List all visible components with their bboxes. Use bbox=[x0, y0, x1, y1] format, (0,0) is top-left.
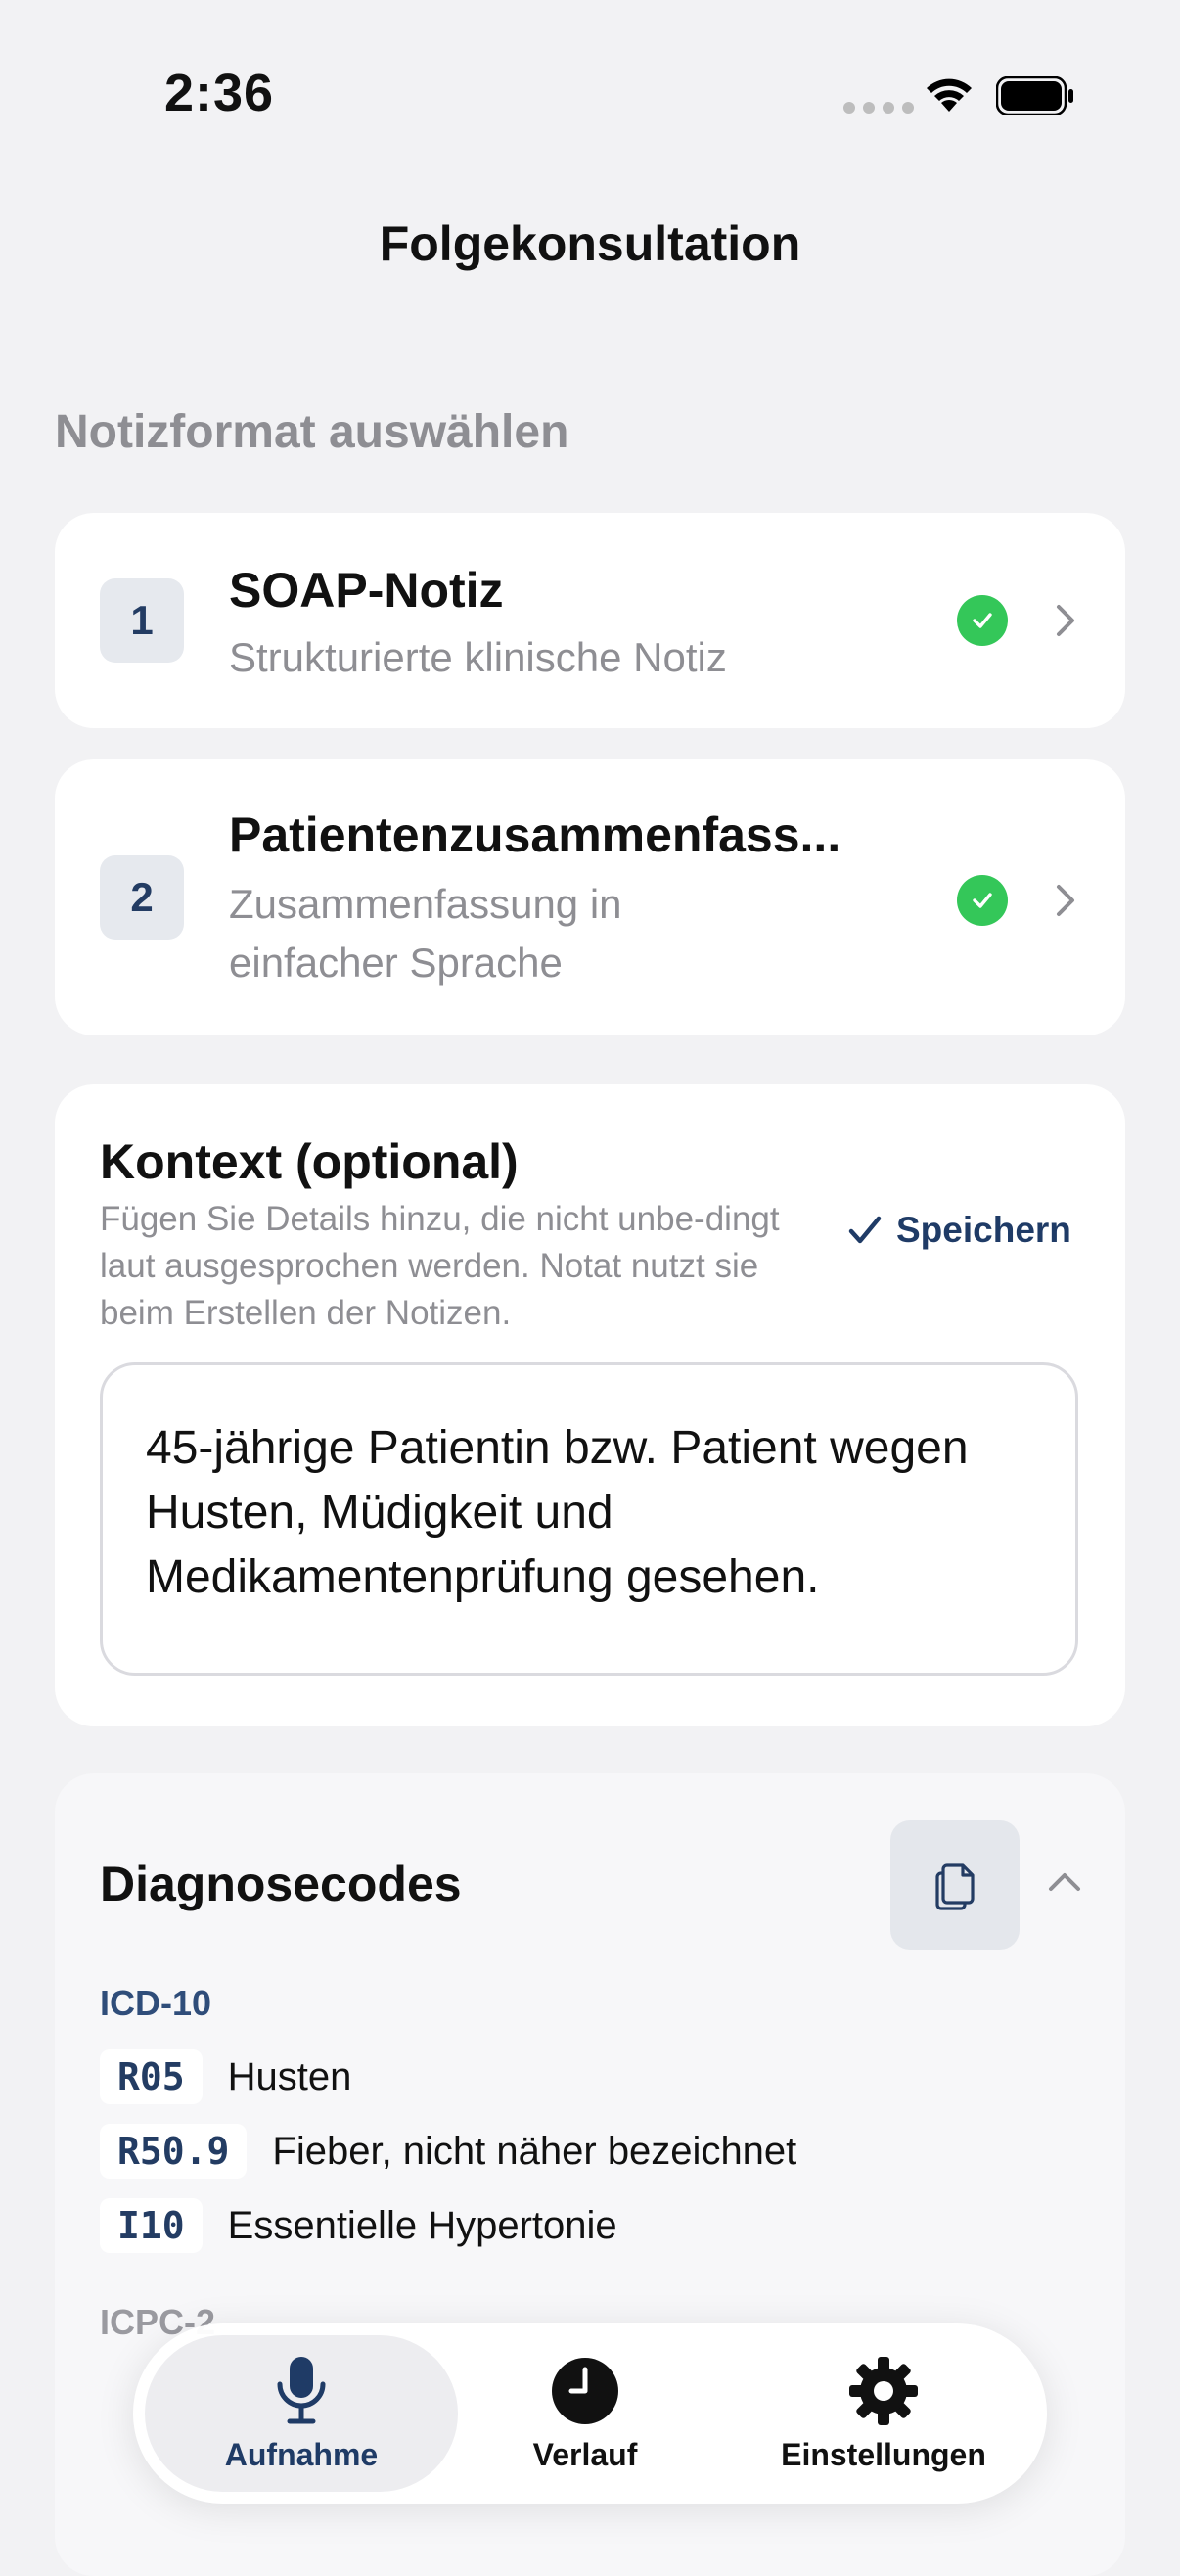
checkmark-icon bbox=[848, 1216, 882, 1244]
context-text-field[interactable]: 45-jährige Patientin bzw. Patient wegen … bbox=[100, 1362, 1078, 1676]
tab-label: Aufnahme bbox=[224, 2436, 379, 2472]
copy-codes-button[interactable] bbox=[890, 1820, 1020, 1950]
code-chip: I10 bbox=[100, 2198, 203, 2253]
context-title: Kontext (optional) bbox=[100, 1134, 519, 1189]
format-number-badge: 2 bbox=[100, 855, 184, 940]
note-format-summary-card[interactable]: 2 Patientenzusammenfass... Zusammenfassu… bbox=[55, 759, 1125, 1035]
tab-label: Einstellungen bbox=[781, 2436, 986, 2472]
code-description: Husten bbox=[227, 2054, 352, 2098]
code-chip: R50.9 bbox=[100, 2124, 248, 2179]
note-format-soap-card[interactable]: 1 SOAP-Notiz Strukturierte klinische Not… bbox=[55, 513, 1125, 728]
format-subtitle: Zusammenfassung in einfacher Sprache bbox=[229, 881, 622, 986]
diagnosis-code-row: I10 Essentielle Hypertonie bbox=[100, 2198, 617, 2253]
page-title: Folgekonsultation bbox=[379, 216, 801, 271]
icd10-label: ICD-10 bbox=[100, 1983, 212, 2023]
gear-icon bbox=[847, 2355, 920, 2427]
code-chip: R05 bbox=[100, 2049, 203, 2104]
format-subtitle: Strukturierte klinische Notiz bbox=[229, 634, 727, 680]
note-format-section-label: Notizformat auswählen bbox=[55, 406, 569, 458]
tab-aufnahme[interactable]: Aufnahme bbox=[145, 2323, 458, 2504]
battery-icon bbox=[996, 76, 1073, 115]
chevron-right-icon bbox=[1057, 885, 1074, 916]
status-bar: 2:36 bbox=[0, 0, 1180, 186]
context-description: Fügen Sie Details hinzu, die nicht unbe-… bbox=[100, 1200, 780, 1332]
diagnosis-title: Diagnosecodes bbox=[100, 1857, 462, 1911]
status-time: 2:36 bbox=[164, 64, 275, 122]
save-button-label: Speichern bbox=[896, 1210, 1071, 1250]
wifi-icon bbox=[927, 78, 972, 112]
format-title: Patientenzusammenfass... bbox=[229, 807, 841, 862]
diagnosis-code-row: R05 Husten bbox=[100, 2049, 351, 2104]
cellular-signal-icon bbox=[843, 102, 914, 114]
chevron-up-icon[interactable] bbox=[1045, 1867, 1084, 1897]
copy-icon bbox=[935, 1863, 975, 1910]
checkmark-circle-icon bbox=[957, 595, 1008, 646]
chevron-right-icon bbox=[1057, 605, 1074, 636]
tab-verlauf[interactable]: Verlauf bbox=[458, 2323, 712, 2504]
save-context-button[interactable]: Speichern bbox=[847, 1210, 1071, 1251]
microphone-icon bbox=[265, 2355, 338, 2427]
diagnosis-code-row: R50.9 Fieber, nicht näher bezeichnet bbox=[100, 2124, 796, 2179]
tab-bar: Aufnahme Verlauf Einstellungen bbox=[133, 2323, 1047, 2504]
code-description: Essentielle Hypertonie bbox=[227, 2203, 617, 2247]
format-number-badge: 1 bbox=[100, 578, 184, 663]
tab-label: Verlauf bbox=[532, 2436, 638, 2472]
code-description: Fieber, nicht näher bezeichnet bbox=[272, 2129, 797, 2173]
tab-einstellungen[interactable]: Einstellungen bbox=[732, 2323, 1035, 2504]
context-card: Kontext (optional) Fügen Sie Details hin… bbox=[55, 1084, 1125, 1726]
format-title: SOAP-Notiz bbox=[229, 563, 504, 618]
clock-icon bbox=[549, 2355, 621, 2427]
checkmark-circle-icon bbox=[957, 875, 1008, 926]
